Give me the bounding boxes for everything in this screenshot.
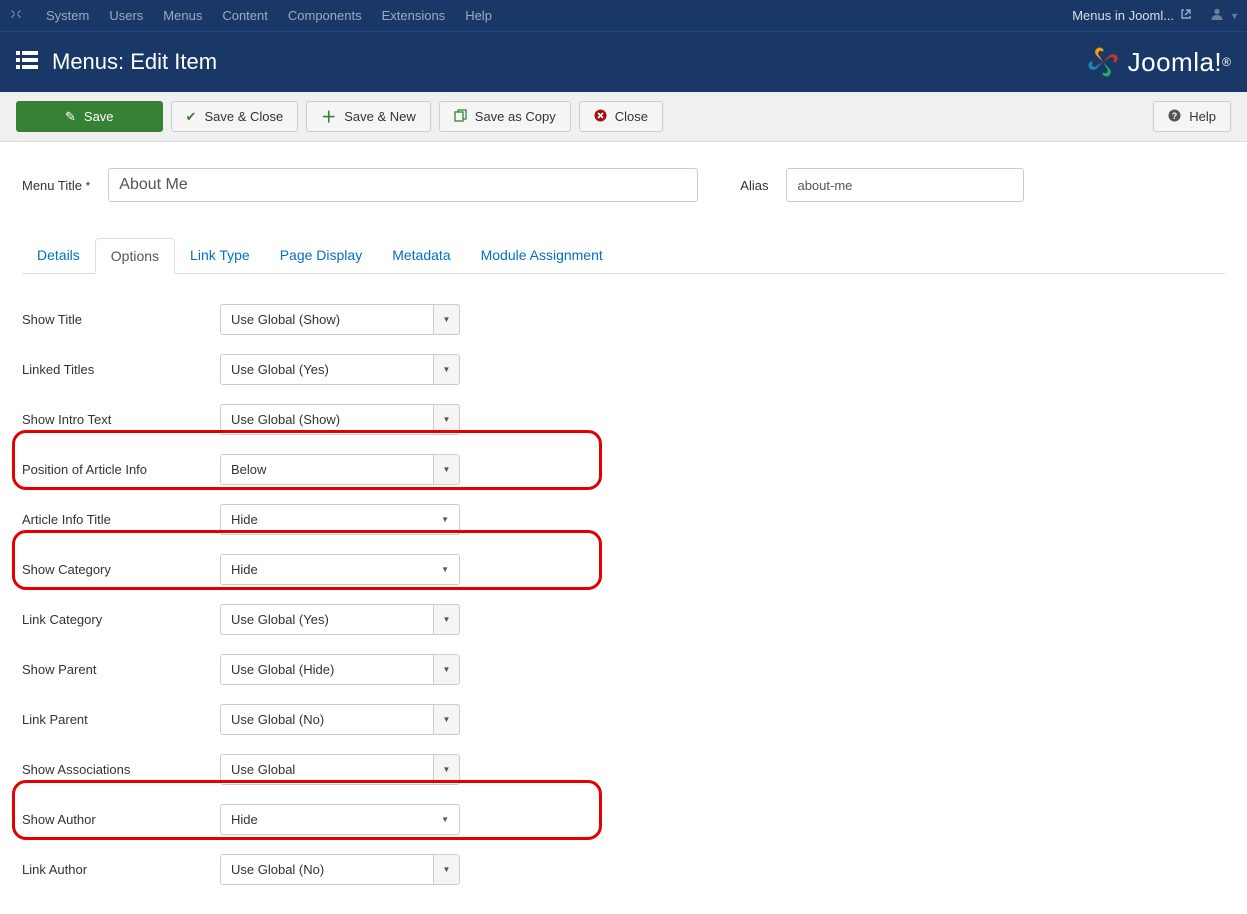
option-select[interactable]: Use Global (Hide)▼ bbox=[220, 654, 460, 685]
option-select[interactable]: Use Global (Show)▼ bbox=[220, 404, 460, 435]
user-icon[interactable] bbox=[1210, 7, 1224, 25]
option-select[interactable]: Hide▼ bbox=[220, 504, 460, 535]
option-row: Show AuthorHide▼ bbox=[22, 794, 1225, 844]
option-label: Article Info Title bbox=[22, 512, 220, 527]
caret-down-icon: ▼ bbox=[433, 354, 460, 385]
option-label: Show Parent bbox=[22, 662, 220, 677]
option-label: Show Category bbox=[22, 562, 220, 577]
top-nav-components[interactable]: Components bbox=[278, 8, 372, 23]
option-row: Link AuthorUse Global (No)▼ bbox=[22, 844, 1225, 894]
list-icon bbox=[16, 49, 38, 75]
menu-title-label: Menu Title * bbox=[22, 178, 90, 193]
caret-down-icon: ▼ bbox=[433, 454, 460, 485]
option-row: Show Intro TextUse Global (Show)▼ bbox=[22, 394, 1225, 444]
joomla-logo: Joomla!® bbox=[1086, 45, 1231, 79]
tab-link-type[interactable]: Link Type bbox=[175, 238, 265, 273]
close-icon bbox=[594, 109, 607, 125]
caret-down-icon: ▼ bbox=[433, 854, 460, 885]
menu-title-input[interactable] bbox=[108, 168, 698, 202]
option-label: Show Associations bbox=[22, 762, 220, 777]
save-button[interactable]: ✎Save bbox=[16, 101, 163, 132]
tab-details[interactable]: Details bbox=[22, 238, 95, 273]
save-copy-button[interactable]: Save as Copy bbox=[439, 101, 571, 132]
top-nav-extensions[interactable]: Extensions bbox=[372, 8, 456, 23]
help-button[interactable]: ?Help bbox=[1153, 101, 1231, 132]
tab-options[interactable]: Options bbox=[95, 238, 175, 274]
option-select[interactable]: Use Global▼ bbox=[220, 754, 460, 785]
form-header: Menu Title * Alias bbox=[0, 142, 1247, 214]
alias-label: Alias bbox=[740, 178, 768, 193]
option-row: Article Info TitleHide▼ bbox=[22, 494, 1225, 544]
option-select[interactable]: Below▼ bbox=[220, 454, 460, 485]
apply-icon: ✎ bbox=[65, 109, 76, 125]
external-link-icon bbox=[1180, 8, 1192, 23]
option-label: Show Author bbox=[22, 812, 220, 827]
caret-down-icon: ▼ bbox=[433, 704, 460, 735]
option-label: Show Title bbox=[22, 312, 220, 327]
page-header: Menus: Edit Item Joomla!® bbox=[0, 31, 1247, 92]
caret-down-icon: ▼ bbox=[433, 604, 460, 635]
option-row: Link ParentUse Global (No)▼ bbox=[22, 694, 1225, 744]
close-button[interactable]: Close bbox=[579, 101, 663, 132]
top-nav-system[interactable]: System bbox=[36, 8, 99, 23]
copy-icon bbox=[454, 109, 467, 125]
caret-down-icon: ▼ bbox=[433, 654, 460, 685]
top-nav: SystemUsersMenusContentComponentsExtensi… bbox=[0, 0, 1247, 31]
option-label: Position of Article Info bbox=[22, 462, 220, 477]
option-select[interactable]: Use Global (Yes)▼ bbox=[220, 354, 460, 385]
caret-down-icon: ▼ bbox=[1230, 11, 1239, 21]
caret-down-icon: ▼ bbox=[433, 754, 460, 785]
option-row: Linked TitlesUse Global (Yes)▼ bbox=[22, 344, 1225, 394]
option-row: Link CategoryUse Global (Yes)▼ bbox=[22, 594, 1225, 644]
joomla-small-icon bbox=[8, 6, 24, 25]
options-panel: Show TitleUse Global (Show)▼Linked Title… bbox=[0, 274, 1247, 914]
caret-down-icon: ▼ bbox=[441, 565, 449, 574]
option-row: Show TitleUse Global (Show)▼ bbox=[22, 294, 1225, 344]
top-nav-help[interactable]: Help bbox=[455, 8, 502, 23]
option-select[interactable]: Use Global (No)▼ bbox=[220, 854, 460, 885]
alias-input[interactable] bbox=[786, 168, 1024, 202]
option-row: Position of Article InfoBelow▼ bbox=[22, 444, 1225, 494]
caret-down-icon: ▼ bbox=[441, 815, 449, 824]
option-label: Show Intro Text bbox=[22, 412, 220, 427]
save-new-button[interactable]: ＋Save & New bbox=[306, 101, 431, 132]
caret-down-icon: ▼ bbox=[433, 304, 460, 335]
tab-page-display[interactable]: Page Display bbox=[265, 238, 378, 273]
top-nav-users[interactable]: Users bbox=[99, 8, 153, 23]
save-close-button[interactable]: ✔Save & Close bbox=[171, 101, 299, 132]
option-row: Show AssociationsUse Global▼ bbox=[22, 744, 1225, 794]
top-nav-menus[interactable]: Menus bbox=[153, 8, 212, 23]
option-row: Show CategoryHide▼ bbox=[22, 544, 1225, 594]
option-select[interactable]: Use Global (No)▼ bbox=[220, 704, 460, 735]
option-select[interactable]: Use Global (Yes)▼ bbox=[220, 604, 460, 635]
option-select[interactable]: Hide▼ bbox=[220, 554, 460, 585]
top-nav-content[interactable]: Content bbox=[212, 8, 278, 23]
svg-text:?: ? bbox=[1172, 111, 1178, 121]
option-select[interactable]: Hide▼ bbox=[220, 804, 460, 835]
option-row: Show ParentUse Global (Hide)▼ bbox=[22, 644, 1225, 694]
tab-metadata[interactable]: Metadata bbox=[377, 238, 465, 273]
plus-icon: ＋ bbox=[321, 106, 336, 127]
check-icon: ✔ bbox=[186, 109, 197, 125]
top-nav-site-link[interactable]: Menus in Jooml... bbox=[1072, 8, 1192, 23]
caret-down-icon: ▼ bbox=[441, 515, 449, 524]
caret-down-icon: ▼ bbox=[433, 404, 460, 435]
option-label: Link Parent bbox=[22, 712, 220, 727]
option-label: Linked Titles bbox=[22, 362, 220, 377]
option-select[interactable]: Use Global (Show)▼ bbox=[220, 304, 460, 335]
tab-module-assignment[interactable]: Module Assignment bbox=[466, 238, 618, 273]
tabs: DetailsOptionsLink TypePage DisplayMetad… bbox=[22, 238, 1225, 274]
help-icon: ? bbox=[1168, 109, 1181, 125]
option-label: Link Category bbox=[22, 612, 220, 627]
toolbar: ✎Save ✔Save & Close ＋Save & New Save as … bbox=[0, 92, 1247, 142]
option-label: Link Author bbox=[22, 862, 220, 877]
page-title: Menus: Edit Item bbox=[52, 49, 217, 75]
